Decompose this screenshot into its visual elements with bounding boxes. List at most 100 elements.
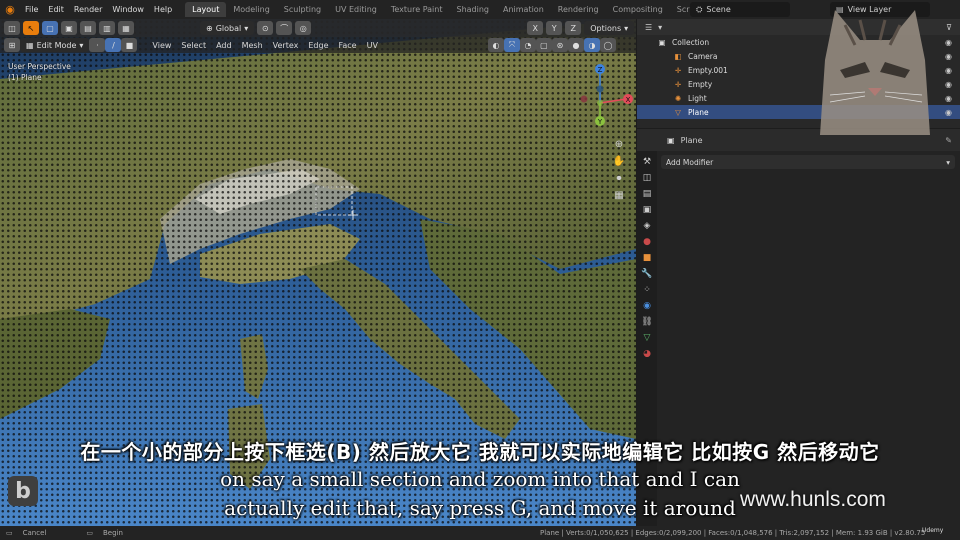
mode-dropdown[interactable]: ▦ Edit Mode ▾: [20, 38, 90, 52]
add-modifier-label: Add Modifier: [666, 157, 714, 167]
tab-layout[interactable]: Layout: [185, 2, 227, 17]
eye-icon[interactable]: ◉: [945, 94, 952, 103]
axis-y-label: Y: [597, 118, 603, 126]
tab-compositing[interactable]: Compositing: [606, 2, 670, 17]
output-tab-icon[interactable]: ▤: [643, 189, 652, 199]
select-invert-icon[interactable]: ▥: [99, 21, 115, 35]
filter-icon[interactable]: ⊽: [946, 23, 960, 32]
outliner-item-empty-001[interactable]: ✛ Empty.001 ◉: [637, 63, 960, 77]
menu-edge[interactable]: Edge: [303, 41, 333, 50]
zoom-icon[interactable]: ⊕: [615, 139, 623, 150]
eye-icon[interactable]: ◉: [945, 108, 952, 117]
mirror-y-icon[interactable]: Y: [546, 21, 563, 35]
tab-texture-paint[interactable]: Texture Paint: [384, 2, 450, 17]
menu-add[interactable]: Add: [211, 41, 237, 50]
transform-orientation-dropdown[interactable]: ⊕ Global ▾: [200, 21, 255, 35]
xray-icon[interactable]: ▢: [535, 38, 552, 52]
constraints-tab-icon[interactable]: ⛓: [641, 317, 652, 327]
outliner-item-collection[interactable]: ▣ Collection ◉: [637, 35, 960, 49]
menu-edit[interactable]: Edit: [43, 0, 69, 19]
viewport-header: ◫ ↖ ▢ ▣ ▤ ▥ ▦ ⊕ Global ▾ ⊙ ⌒ ◎ X Y Z Opt…: [0, 19, 636, 37]
solid-shading-icon[interactable]: ●: [567, 38, 584, 52]
properties-header: ▣ Plane ✎: [637, 129, 960, 151]
face-select-icon[interactable]: ■: [121, 38, 138, 52]
eye-icon[interactable]: ◉: [945, 52, 952, 61]
scene-tab-icon[interactable]: ◈: [644, 221, 651, 231]
pin-icon[interactable]: ✎: [945, 136, 960, 145]
pan-hand-icon[interactable]: ✋: [613, 156, 625, 167]
modifier-wrench-icon[interactable]: 🔧: [641, 269, 652, 279]
outliner-editor-icon[interactable]: ☰: [645, 23, 652, 32]
tab-animation[interactable]: Animation: [496, 2, 551, 17]
menu-face[interactable]: Face: [334, 41, 362, 50]
tab-sculpting[interactable]: Sculpting: [277, 2, 328, 17]
display-mode-icon[interactable]: ▾: [658, 23, 662, 32]
mirror-x-icon[interactable]: X: [527, 21, 544, 35]
menu-file[interactable]: File: [20, 0, 43, 19]
object-tab-icon[interactable]: ■: [643, 253, 652, 263]
options-dropdown[interactable]: Options ▾: [584, 21, 635, 35]
camera-view-icon[interactable]: ⏺: [617, 173, 622, 184]
world-tab-icon[interactable]: ●: [643, 237, 651, 247]
menu-view[interactable]: View: [147, 41, 176, 50]
tab-uv-editing[interactable]: UV Editing: [328, 2, 384, 17]
scene-selector[interactable]: ⛭ Scene: [690, 2, 790, 17]
tab-shading[interactable]: Shading: [449, 2, 496, 17]
wireframe-shading-icon[interactable]: ⊛: [551, 38, 568, 52]
watermark-text: www.hunls.com: [740, 488, 886, 511]
proportional-edit-icon[interactable]: ◎: [295, 21, 312, 35]
viewport-info: User Perspective (1) Plane: [8, 61, 71, 83]
tab-modeling[interactable]: Modeling: [226, 2, 276, 17]
edit-mode-icon: ▦: [26, 40, 34, 50]
visibility-icon[interactable]: ◐: [487, 38, 504, 52]
overlay-icon[interactable]: ◔: [519, 38, 536, 52]
tab-rendering[interactable]: Rendering: [551, 2, 606, 17]
light-icon: ✺: [674, 93, 682, 103]
menu-help[interactable]: Help: [149, 0, 177, 19]
perspective-toggle-icon[interactable]: ▦: [614, 190, 623, 201]
outliner-item-light[interactable]: ✺ Light ◉: [637, 91, 960, 105]
menu-window[interactable]: Window: [107, 0, 149, 19]
tool-tab-icon[interactable]: ⚒: [643, 157, 651, 167]
select-intersect-icon[interactable]: ▦: [118, 21, 134, 35]
editor-type-icon[interactable]: ◫: [4, 21, 20, 35]
material-tab-icon[interactable]: ◕: [643, 349, 651, 359]
mirror-z-icon[interactable]: Z: [565, 21, 582, 35]
data-tab-icon[interactable]: ▽: [644, 333, 651, 343]
view-layer-selector[interactable]: ▤ View Layer: [830, 2, 930, 17]
select-box-icon[interactable]: ▢: [42, 21, 58, 35]
view-layer-tab-icon[interactable]: ▣: [643, 205, 652, 215]
gizmo-icon[interactable]: ⤧: [503, 38, 520, 52]
select-subtract-icon[interactable]: ▤: [80, 21, 96, 35]
gizmo-center: [597, 100, 603, 106]
particles-tab-icon[interactable]: ⁘: [643, 285, 651, 295]
menu-render[interactable]: Render: [69, 0, 107, 19]
axis-neg-x-handle: [580, 95, 588, 103]
blender-logo-icon[interactable]: ◉: [0, 0, 20, 19]
eye-icon[interactable]: ◉: [945, 38, 952, 47]
eye-icon[interactable]: ◉: [945, 66, 952, 75]
add-modifier-dropdown[interactable]: Add Modifier ▾: [661, 155, 955, 169]
vertex-select-icon[interactable]: ·: [89, 38, 106, 52]
render-tab-icon[interactable]: ◫: [643, 173, 652, 183]
chevron-down-icon: ▾: [244, 23, 249, 33]
snap-icon[interactable]: ⌒: [276, 21, 293, 35]
menu-select[interactable]: Select: [176, 41, 211, 50]
editor-type-icon[interactable]: ⊞: [4, 38, 20, 52]
material-shading-icon[interactable]: ◑: [583, 38, 600, 52]
outliner-item-plane[interactable]: ▽ Plane ◉: [637, 105, 960, 119]
select-extend-icon[interactable]: ▣: [61, 21, 77, 35]
eye-icon[interactable]: ◉: [945, 80, 952, 89]
object-data-icon: ▣: [667, 135, 675, 145]
rendered-shading-icon[interactable]: ◯: [599, 38, 616, 52]
edge-select-icon[interactable]: /: [105, 38, 122, 52]
menu-vertex[interactable]: Vertex: [268, 41, 304, 50]
outliner-item-empty[interactable]: ✛ Empty ◉: [637, 77, 960, 91]
menu-mesh[interactable]: Mesh: [237, 41, 268, 50]
menu-uv[interactable]: UV: [362, 41, 383, 50]
outliner-item-camera[interactable]: ◧ Camera ◉: [637, 49, 960, 63]
navigation-gizmo[interactable]: Z X Y: [566, 59, 636, 139]
select-tool-icon[interactable]: ↖: [23, 21, 39, 35]
physics-tab-icon[interactable]: ◉: [643, 301, 651, 311]
pivot-icon[interactable]: ⊙: [257, 21, 274, 35]
